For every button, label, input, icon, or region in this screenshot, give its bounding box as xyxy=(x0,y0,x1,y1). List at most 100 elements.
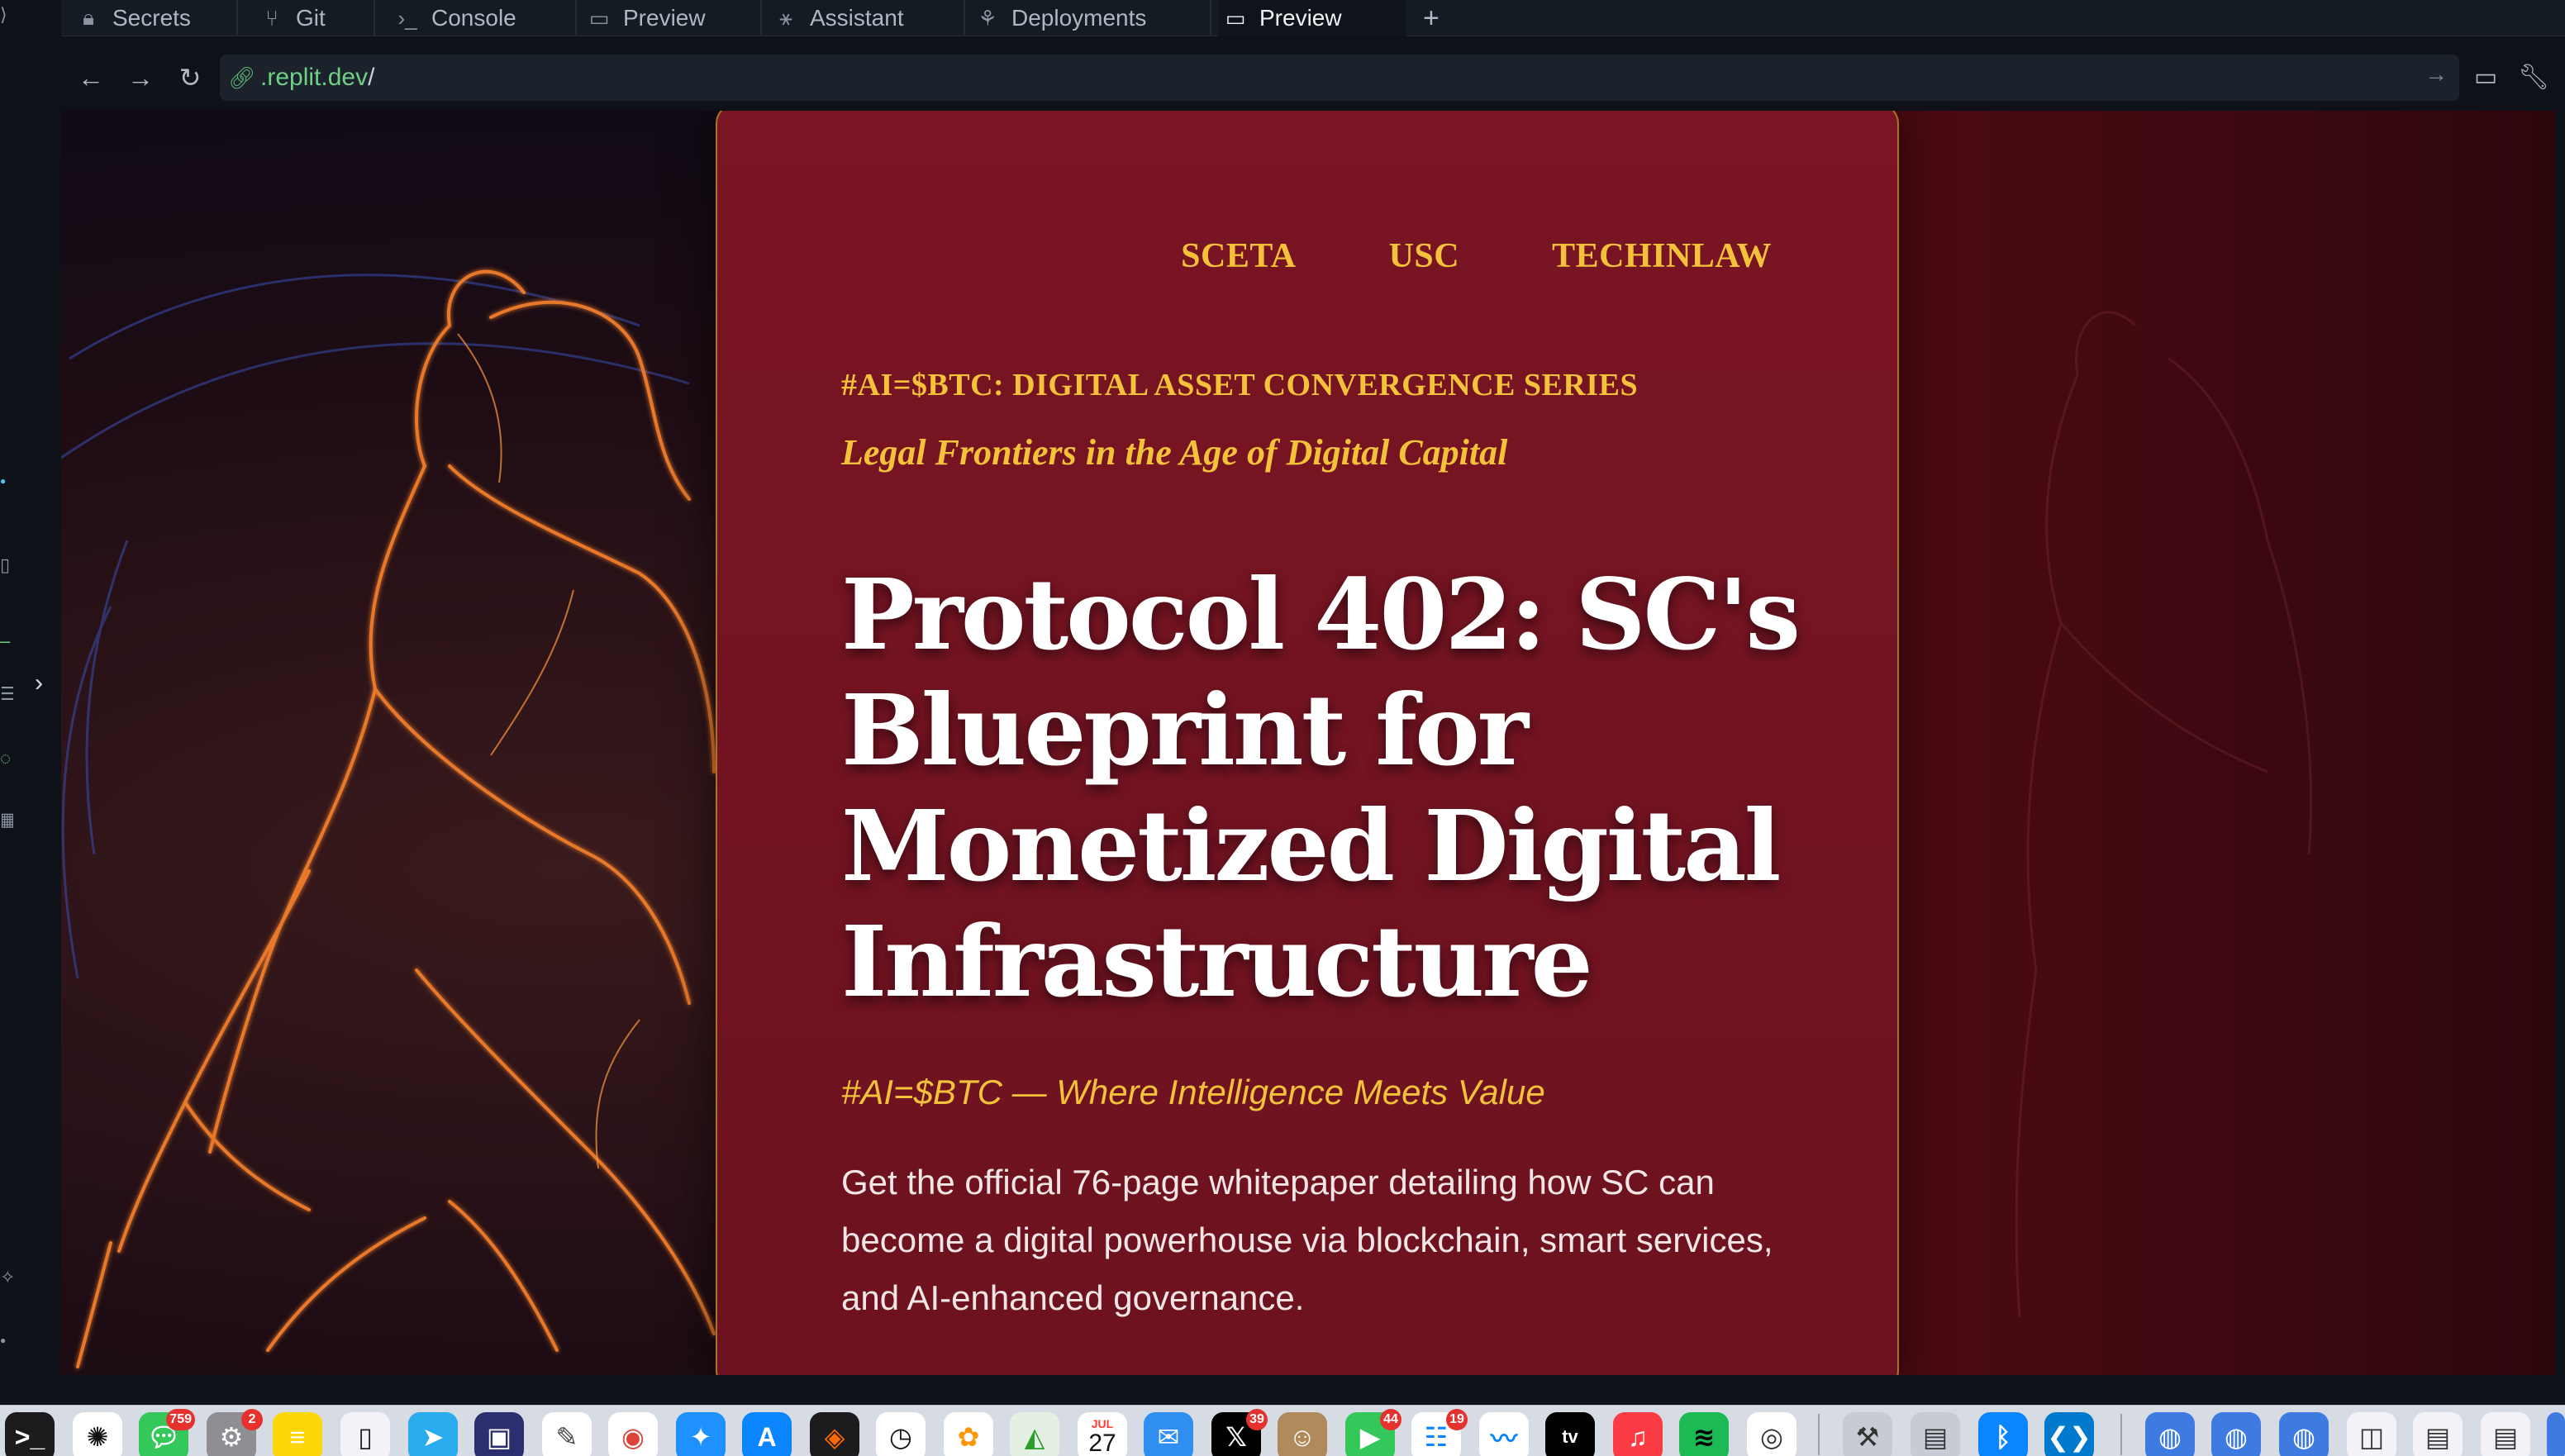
chrome-app-icon[interactable]: ◉ xyxy=(608,1412,658,1456)
jpeg-file-icon[interactable]: ▤ xyxy=(2413,1412,2463,1456)
link-icon: 🔗︎ xyxy=(228,64,256,90)
replit-app-icon[interactable]: ◈ xyxy=(810,1412,859,1456)
tab-divider xyxy=(1210,0,1211,36)
intro-paragraph: Get the official 76-page whitepaper deta… xyxy=(841,1163,1773,1317)
notification-badge: 759 xyxy=(166,1409,195,1430)
left-sidebar: ⟩ ● ▯ – ☰ ◌ ▦ ✧ ● xyxy=(0,0,61,1405)
facetime-app-icon[interactable]: ▶ 44 xyxy=(1345,1409,1401,1456)
tab-label: Git xyxy=(296,5,326,31)
chatgpt-app-icon[interactable]: ✺ xyxy=(73,1412,122,1456)
app-store-icon[interactable]: A xyxy=(742,1412,792,1456)
spotify-app-icon[interactable]: ≋ xyxy=(1679,1412,1729,1456)
settings-icon[interactable]: ✧ xyxy=(0,1268,13,1287)
top-nav: SCETA USC TECHINLAW xyxy=(1181,236,1772,276)
add-tab-icon[interactable]: + xyxy=(1423,0,1440,36)
grid-icon[interactable]: ▦ xyxy=(0,810,13,830)
jpeg-file-icon[interactable]: ▤ xyxy=(2481,1412,2530,1456)
back-arrow-icon[interactable]: ← xyxy=(73,59,109,96)
terminal-icon: ›_ xyxy=(397,5,417,31)
reminders-app-icon[interactable]: ☷ 19 xyxy=(1411,1409,1468,1456)
bluetooth-icon[interactable]: ᛒ xyxy=(1978,1412,2028,1456)
tab-assistant[interactable]: ⚹ Assistant xyxy=(773,0,904,36)
nav-link-usc[interactable]: USC xyxy=(1389,236,1460,276)
telegram-app-icon[interactable]: ➤ xyxy=(408,1412,458,1456)
tagline: Legal Frontiers in the Age of Digital Ca… xyxy=(841,432,1508,473)
tab-git[interactable]: ⑂ Git xyxy=(259,0,326,36)
expand-panel-icon[interactable]: ›› xyxy=(35,671,64,696)
safari-app-icon[interactable]: ✦ xyxy=(676,1412,726,1456)
contacts-app-icon[interactable]: ☺ xyxy=(1278,1412,1327,1456)
tab-divider xyxy=(760,0,762,36)
dot-icon: ● xyxy=(0,1335,7,1346)
tab-label: Deployments xyxy=(1011,5,1147,31)
vscode-app-icon[interactable]: ❮❯ xyxy=(2044,1412,2094,1456)
tab-label: Secrets xyxy=(112,5,191,31)
disk-utility-icon[interactable]: ▤ xyxy=(1911,1412,1960,1456)
mail-app-icon[interactable]: ✉ xyxy=(1144,1412,1193,1456)
headline-line: Blueprint for xyxy=(841,673,1529,787)
textedit-app-icon[interactable]: ✎ xyxy=(542,1412,592,1456)
go-arrow-icon[interactable]: → xyxy=(2425,61,2448,88)
series-label: #AI=$BTC: DIGITAL ASSET CONVERGENCE SERI… xyxy=(841,368,1639,402)
terminal-app-icon[interactable]: >_ xyxy=(5,1412,55,1456)
tab-label: Console xyxy=(431,5,516,31)
x-app-icon[interactable]: 𝕏 39 xyxy=(1211,1409,1268,1456)
subtitle-tag: #AI=$BTC — Where Intelligence Meets Valu… xyxy=(841,1073,1545,1111)
system-settings-icon[interactable]: ⚙ 2 xyxy=(207,1409,263,1456)
nav-link-sceta[interactable]: SCETA xyxy=(1181,236,1296,276)
sidebar-icon[interactable]: ⟩ xyxy=(0,5,13,25)
preview-app-icon[interactable]: ▣ xyxy=(474,1412,524,1456)
globe-folder-icon[interactable]: ◍ xyxy=(2279,1412,2329,1456)
file-icon[interactable]: ▯ xyxy=(0,555,13,575)
globe-folder-icon[interactable] xyxy=(2547,1412,2565,1456)
dock-divider xyxy=(2120,1414,2122,1455)
freeform-app-icon[interactable]: 〰 xyxy=(1479,1412,1529,1456)
calendar-app-icon[interactable]: JUL 27 xyxy=(1078,1412,1127,1456)
tab-divider xyxy=(964,0,965,36)
status-dot-icon: ● xyxy=(0,475,7,487)
tab-label: Assistant xyxy=(810,5,904,31)
dock-divider xyxy=(1818,1414,1820,1455)
utility-app-icon[interactable]: ⚒ xyxy=(1843,1412,1892,1456)
mov-file-icon[interactable]: ◫ xyxy=(2347,1412,2396,1456)
tab-preview-active[interactable]: ▭ Preview xyxy=(1218,0,1406,36)
forward-arrow-icon[interactable]: → xyxy=(122,59,159,96)
tab-console[interactable]: ›_ Console xyxy=(395,0,516,36)
wrench-icon[interactable]: 🔧︎ xyxy=(2515,59,2552,96)
tab-preview[interactable]: ▭ Preview xyxy=(587,0,706,36)
apple-tv-app-icon[interactable]: tv xyxy=(1545,1412,1595,1456)
url-host: .replit.dev xyxy=(260,64,369,91)
url-input[interactable]: 🔗︎ .replit.dev/ → xyxy=(220,55,2459,101)
globe-icon[interactable]: ◌ xyxy=(0,749,13,768)
lock-icon: 🔒︎ xyxy=(83,5,94,30)
dash-icon: – xyxy=(0,631,11,651)
photos-app-icon[interactable]: ✿ xyxy=(944,1412,993,1456)
database-icon[interactable]: ☰ xyxy=(0,684,13,704)
music-app-icon[interactable]: ♫ xyxy=(1613,1412,1663,1456)
messages-app-icon[interactable]: 💬︎ 759 xyxy=(139,1409,195,1456)
tab-deployments[interactable]: ⚘ Deployments xyxy=(975,0,1146,36)
monitor-icon: ▭ xyxy=(588,5,610,31)
tab-bar: 🔒︎ Secrets ⑂ Git ›_ Console ▭ Preview ⚹ … xyxy=(61,0,2565,36)
assistant-icon: ⚹ xyxy=(779,5,792,30)
open-external-icon[interactable]: ↗ xyxy=(2562,59,2565,96)
reload-icon[interactable]: ↻ xyxy=(172,59,208,96)
globe-folder-icon[interactable]: ◍ xyxy=(2211,1412,2261,1456)
tab-secrets[interactable]: 🔒︎ Secrets xyxy=(76,0,191,36)
notification-badge: 44 xyxy=(1380,1409,1401,1430)
headline-line: Protocol 402: SC's xyxy=(841,557,1801,672)
globe-folder-icon[interactable]: ◍ xyxy=(2145,1412,2195,1456)
notes-app-icon[interactable]: ≡ xyxy=(273,1412,322,1456)
preview-viewport: SCETA USC TECHINLAW #AI=$BTC: DIGITAL AS… xyxy=(61,111,2555,1375)
calendar-month: JUL xyxy=(1091,1417,1114,1430)
maps-app-icon[interactable]: ◭ xyxy=(1010,1412,1059,1456)
quicktime-app-icon[interactable]: ◎ xyxy=(1747,1412,1796,1456)
headline-line: Infrastructure xyxy=(841,904,1593,1019)
clock-app-icon[interactable]: ◷ xyxy=(876,1412,926,1456)
nav-link-techinlaw[interactable]: TECHINLAW xyxy=(1552,236,1772,276)
monitor-icon: ▭ xyxy=(1225,5,1246,31)
tab-label: Preview xyxy=(1259,5,1342,31)
iphone-mirroring-icon[interactable]: ▯ xyxy=(340,1412,390,1456)
devices-icon[interactable]: ▭ xyxy=(2467,59,2504,96)
notification-badge: 19 xyxy=(1446,1409,1468,1430)
